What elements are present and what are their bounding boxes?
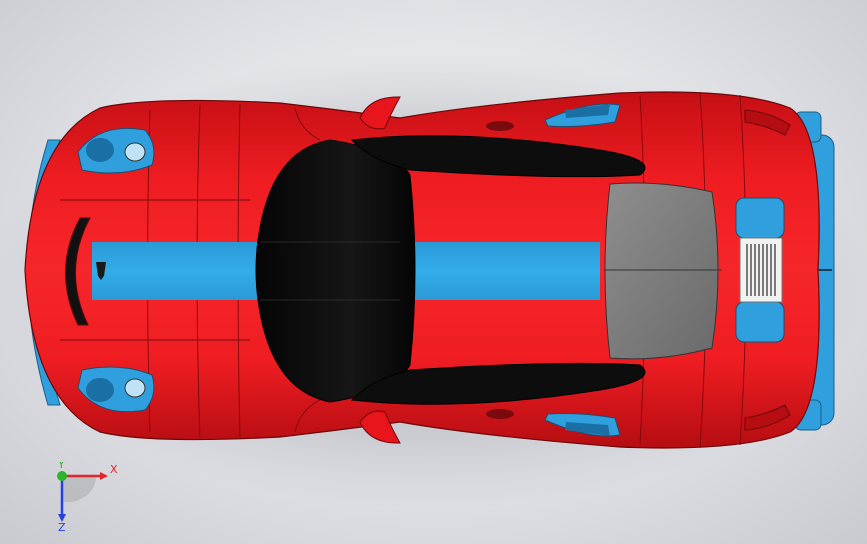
triad-plane (62, 476, 96, 502)
x-axis-label: X (110, 463, 118, 476)
orientation-triad[interactable]: X Y Z (44, 462, 124, 532)
windshield[interactable] (255, 139, 416, 403)
racing-stripe-rear (400, 242, 600, 300)
z-axis-label: Z (58, 521, 66, 532)
rear-intake-bottom (735, 301, 785, 343)
racing-stripe-front (92, 242, 260, 300)
fuel-cap (486, 121, 514, 131)
y-axis-dot-icon (57, 471, 67, 481)
x-axis-arrow-icon (100, 472, 108, 480)
3d-viewport[interactable]: X Y Z (0, 0, 867, 544)
rear-intake-top (735, 197, 785, 239)
y-axis-label: Y (57, 462, 65, 471)
fuel-cap-2 (486, 409, 514, 419)
car-model[interactable] (0, 0, 867, 544)
engine-cover[interactable] (604, 182, 719, 360)
